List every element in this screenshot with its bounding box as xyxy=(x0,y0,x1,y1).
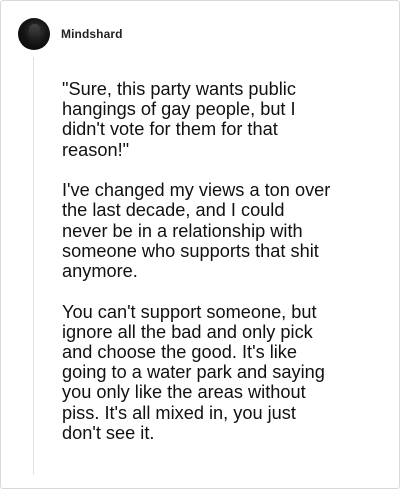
text-line: anymore. xyxy=(62,261,138,282)
username[interactable]: Mindshard xyxy=(61,27,123,41)
post-card: Mindshard "Sure, this party wants public… xyxy=(0,0,400,489)
text-line: reason!" xyxy=(62,139,130,160)
text-line: ignore all the bad and only pick xyxy=(62,321,313,342)
text-line: I've changed my views a ton over xyxy=(62,180,331,201)
text-line: didn't vote for them for that xyxy=(62,119,278,140)
user-avatar-icon xyxy=(29,24,40,46)
text-line: you only like the areas without xyxy=(62,382,306,403)
text-line: hangings of gay people, but I xyxy=(62,99,296,120)
text-line: don't see it. xyxy=(62,422,155,443)
text-line: going to a water park and saying xyxy=(62,362,325,383)
post-paragraph-2: I've changed my views a ton over the las… xyxy=(62,180,387,281)
text-line: someone who supports that shit xyxy=(62,240,319,261)
text-line: "Sure, this party wants public xyxy=(62,79,296,99)
post-header: Mindshard xyxy=(18,17,123,51)
text-line: the last decade, and I could xyxy=(62,200,285,221)
text-line: never be in a relationship with xyxy=(62,220,303,241)
text-line: and choose the good. It's like xyxy=(62,342,298,363)
thread-line xyxy=(33,57,34,475)
post-paragraph-1: "Sure, this party wants public hangings … xyxy=(62,79,387,160)
avatar[interactable] xyxy=(18,18,50,50)
text-line: piss. It's all mixed in, you just xyxy=(62,402,296,423)
post-body: "Sure, this party wants public hangings … xyxy=(62,79,387,443)
post-paragraph-3: You can't support someone, but ignore al… xyxy=(62,302,387,443)
text-line: You can't support someone, but xyxy=(62,301,317,322)
